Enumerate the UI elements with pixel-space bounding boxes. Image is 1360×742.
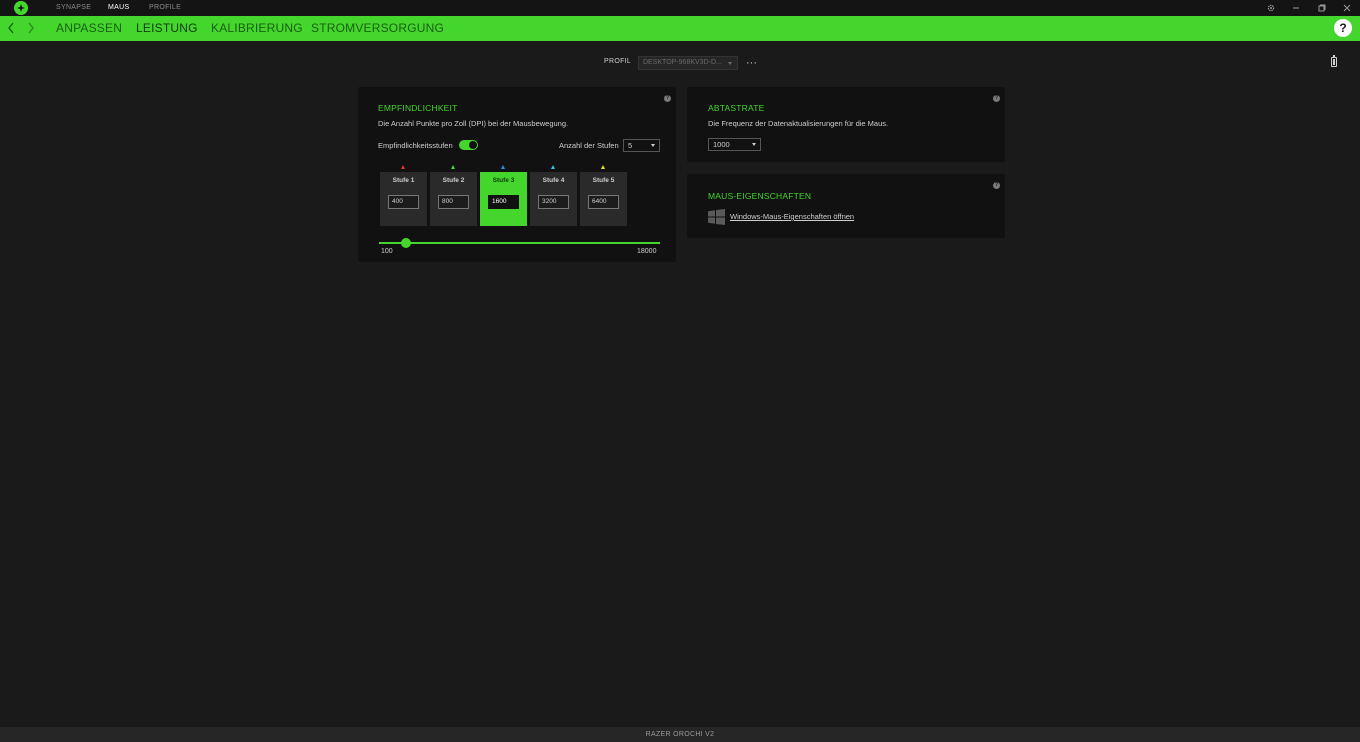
dpi-slider-track[interactable] — [379, 242, 660, 244]
chevron-down-icon — [651, 144, 655, 147]
stages-toggle-label: Empfindlichkeitsstufen — [378, 141, 453, 150]
mouse-properties-panel — [687, 174, 1005, 238]
polling-rate-value: 1000 — [713, 140, 730, 149]
stage-card-2[interactable]: Stufe 2 800 — [430, 172, 477, 226]
mouse-properties-title: MAUS-EIGENSCHAFTEN — [708, 191, 812, 201]
polling-info-icon[interactable]: ? — [993, 95, 1000, 102]
slider-max-label: 18000 — [637, 248, 657, 255]
stage-dpi-input[interactable]: 1600 — [488, 195, 519, 209]
mouse-properties-info-icon[interactable]: ? — [993, 182, 1000, 189]
topnav-maus[interactable]: MAUS — [108, 0, 129, 16]
profile-label: PROFIL — [604, 58, 632, 65]
sensitivity-info-icon[interactable]: ? — [664, 95, 671, 102]
stage-label: Stufe 5 — [592, 177, 615, 184]
stage-4-marker-icon — [551, 165, 555, 169]
stage-3-marker-icon — [501, 165, 505, 169]
topnav-synapse[interactable]: SYNAPSE — [56, 0, 91, 16]
stage-count-value: 5 — [628, 141, 633, 150]
battery-icon — [1331, 55, 1337, 67]
title-bar: SYNAPSE MAUS PROFILE — [0, 0, 1360, 16]
stage-dpi-input[interactable]: 800 — [438, 195, 469, 209]
stage-5-marker-icon — [601, 165, 605, 169]
chevron-down-icon — [728, 62, 732, 65]
stages-toggle[interactable] — [459, 140, 478, 150]
help-icon[interactable]: ? — [1334, 19, 1352, 37]
stage-label: Stufe 4 — [542, 177, 565, 184]
stage-2-marker-icon — [451, 165, 455, 169]
profile-dropdown-value: DESKTOP-968KV3D-D... — [643, 59, 722, 66]
forward-arrow-icon[interactable] — [25, 21, 37, 35]
stage-label: Stufe 1 — [392, 177, 415, 184]
stage-dpi-input[interactable]: 400 — [388, 195, 419, 209]
polling-rate-title: ABTASTRATE — [708, 103, 765, 113]
polling-rate-dropdown[interactable]: 1000 — [708, 138, 761, 151]
stage-card-5[interactable]: Stufe 5 6400 — [580, 172, 627, 226]
sensitivity-title: EMPFINDLICHKEIT — [378, 103, 458, 113]
dpi-slider-thumb[interactable] — [401, 238, 411, 248]
stage-card-4[interactable]: Stufe 4 3200 — [530, 172, 577, 226]
tab-anpassen[interactable]: ANPASSEN — [56, 16, 122, 41]
tab-kalibrierung[interactable]: KALIBRIERUNG — [211, 16, 303, 41]
stage-dpi-input[interactable]: 6400 — [588, 195, 619, 209]
restore-icon[interactable] — [1315, 0, 1329, 16]
close-icon[interactable] — [1340, 0, 1354, 16]
minimize-icon[interactable] — [1289, 0, 1303, 16]
section-nav-bar: ANPASSEN LEISTUNG KALIBRIERUNG STROMVERS… — [0, 16, 1360, 41]
stage-label: Stufe 3 — [492, 177, 515, 184]
stage-1-marker-icon — [401, 165, 405, 169]
back-arrow-icon[interactable] — [5, 21, 17, 35]
stage-count-label: Anzahl der Stufen — [559, 141, 619, 150]
more-options-icon[interactable]: ··· — [746, 56, 757, 70]
settings-icon[interactable] — [1264, 0, 1278, 16]
windows-mouse-properties-link[interactable]: Windows-Maus-Eigenschaften öffnen — [730, 212, 854, 221]
sensitivity-description: Die Anzahl Punkte pro Zoll (DPI) bei der… — [378, 119, 569, 128]
razer-logo-icon[interactable] — [14, 1, 28, 15]
stage-card-1[interactable]: Stufe 1 400 — [380, 172, 427, 226]
status-bar: RAZER OROCHI V2 — [0, 727, 1360, 742]
topnav-profile[interactable]: PROFILE — [149, 0, 181, 16]
profile-dropdown[interactable]: DESKTOP-968KV3D-D... — [638, 56, 738, 70]
stage-dpi-input[interactable]: 3200 — [538, 195, 569, 209]
device-name: RAZER OROCHI V2 — [645, 731, 715, 738]
polling-rate-description: Die Frequenz der Datenaktualisierungen f… — [708, 119, 889, 128]
windows-logo-icon — [708, 209, 725, 225]
tab-stromversorgung[interactable]: STROMVERSORGUNG — [311, 16, 444, 41]
slider-min-label: 100 — [381, 248, 393, 255]
stage-card-3[interactable]: Stufe 3 1600 — [480, 172, 527, 226]
chevron-down-icon — [752, 143, 756, 146]
tab-leistung[interactable]: LEISTUNG — [136, 16, 198, 41]
stage-count-dropdown[interactable]: 5 — [623, 139, 660, 152]
stage-label: Stufe 2 — [442, 177, 465, 184]
